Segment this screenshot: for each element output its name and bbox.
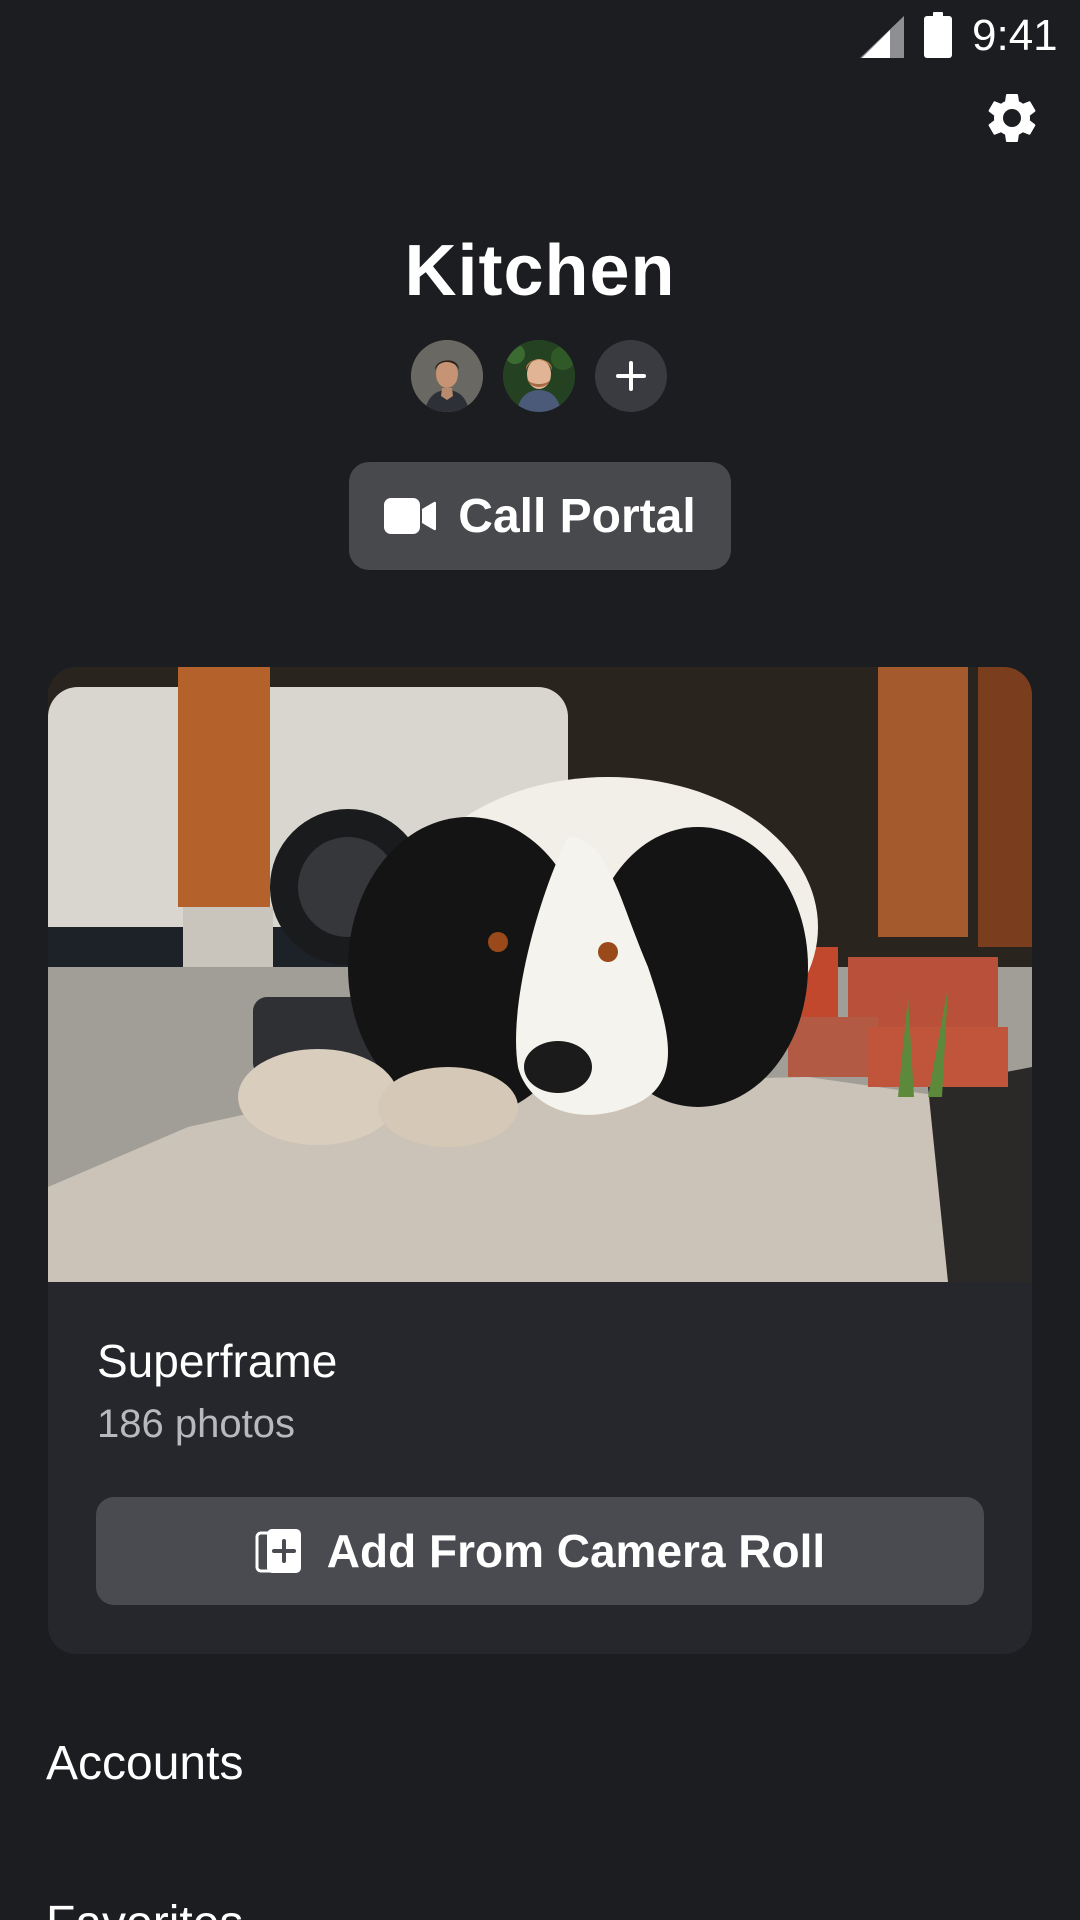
avatar-man-dark-hair: [411, 340, 483, 412]
accounts-section[interactable]: Accounts: [46, 1736, 243, 1792]
photo-count: 186 photos: [97, 1402, 295, 1446]
page-title: Kitchen: [404, 231, 676, 311]
call-portal-button[interactable]: Call Portal: [349, 462, 731, 570]
dog-photo[interactable]: [48, 667, 1032, 1282]
plus-icon: [616, 361, 646, 391]
status-bar: 9:41: [0, 0, 1080, 72]
member-avatars: [0, 340, 1080, 414]
status-time: 9:41: [972, 11, 1058, 60]
video-camera-icon: [384, 498, 437, 534]
battery-icon: [924, 12, 952, 58]
call-portal-label: Call Portal: [458, 489, 696, 543]
superframe-card[interactable]: Superframe 186 photos Add From Camera Ro…: [48, 667, 1032, 1654]
album-title: Superframe: [97, 1335, 338, 1387]
add-member-button[interactable]: [595, 340, 667, 412]
avatar-man-beard: [503, 340, 575, 412]
gear-icon: [988, 93, 1036, 142]
add-from-camera-roll-label: Add From Camera Roll: [326, 1525, 826, 1577]
avatar[interactable]: [503, 340, 575, 412]
favorites-section[interactable]: Favorites: [46, 1896, 243, 1920]
add-photo-icon: [255, 1529, 301, 1573]
signal-icon: [860, 16, 904, 58]
portal-settings-screen: 9:41 Kitchen Call Portal Superframe 186 …: [0, 0, 1080, 1920]
settings-button[interactable]: [980, 86, 1044, 150]
add-from-camera-roll-button[interactable]: Add From Camera Roll: [96, 1497, 984, 1605]
avatar[interactable]: [411, 340, 483, 412]
